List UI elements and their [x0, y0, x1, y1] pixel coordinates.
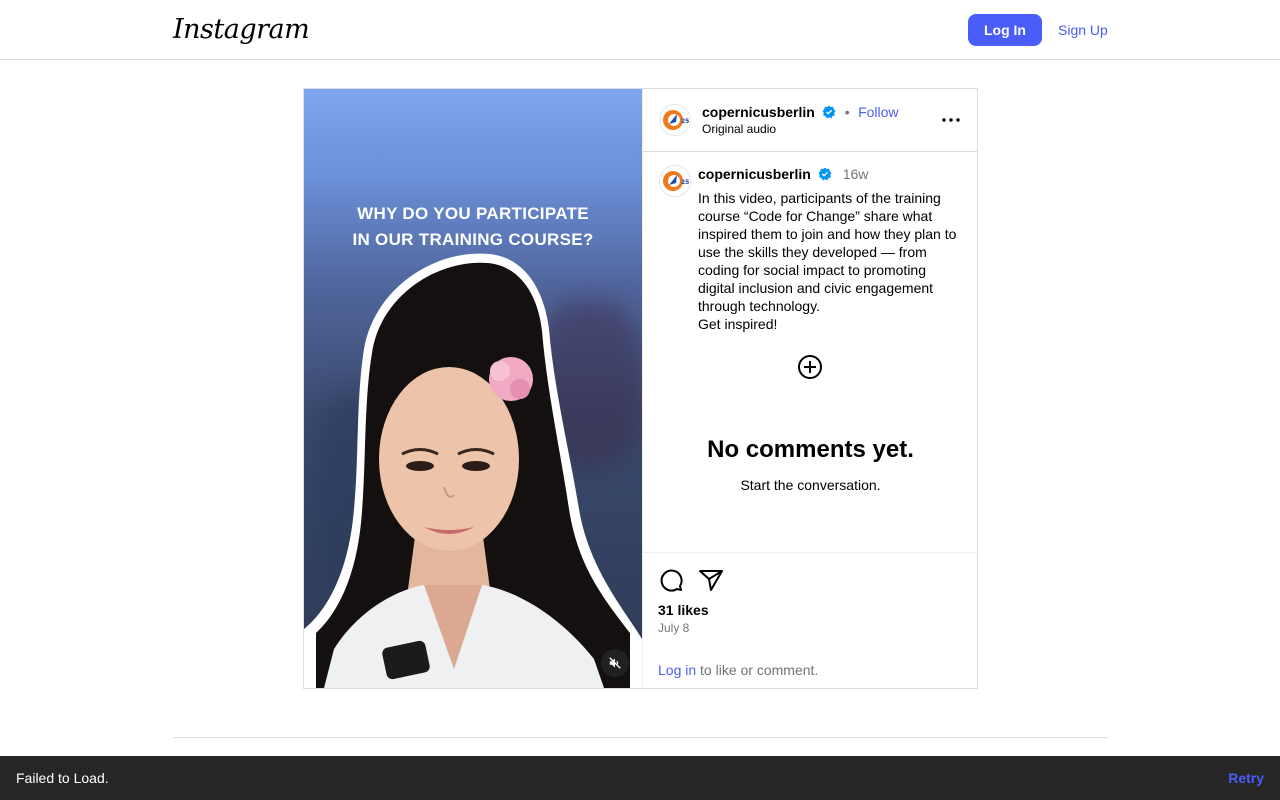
post-timestamp[interactable]: 16w — [843, 166, 869, 182]
audio-label[interactable]: Original audio — [702, 122, 776, 136]
login-button[interactable]: Log In — [968, 14, 1042, 46]
person-image — [304, 253, 642, 688]
add-circle-icon[interactable] — [797, 354, 823, 380]
post-date: July 8 — [658, 621, 690, 635]
separator-dot: • — [844, 104, 850, 120]
video-player[interactable]: WHY DO YOU PARTICIPATE IN OUR TRAINING C… — [304, 89, 642, 688]
avatar[interactable]: 25 — [659, 104, 691, 136]
speaker-muted-icon — [609, 657, 621, 669]
post-details-panel: 25 copernicusberlin • Follow Original au… — [642, 89, 978, 688]
post-actions: 31 likes July 8 Log in to like or commen… — [643, 552, 978, 688]
retry-button[interactable]: Retry — [1228, 770, 1264, 786]
post-header: 25 copernicusberlin • Follow Original au… — [643, 89, 978, 152]
profile-logo-icon: 25 — [663, 110, 689, 130]
username[interactable]: copernicusberlin — [702, 104, 815, 120]
instagram-logo[interactable]: Instagram — [173, 14, 310, 45]
no-comments-subtitle: Start the conversation. — [740, 477, 881, 493]
top-navigation-bar: Instagram Log In Sign Up — [0, 0, 1280, 60]
svg-text:25: 25 — [681, 118, 689, 125]
svg-text:25: 25 — [681, 179, 689, 186]
toast-message: Failed to Load. — [16, 770, 109, 786]
overlay-line: WHY DO YOU PARTICIPATE — [357, 204, 589, 223]
mute-toggle-button[interactable] — [601, 649, 629, 677]
video-overlay-text: WHY DO YOU PARTICIPATE IN OUR TRAINING C… — [304, 201, 642, 253]
follow-button[interactable]: Follow — [858, 104, 898, 120]
profile-logo-icon: 25 — [663, 171, 689, 191]
login-prompt-text: to like or comment. — [696, 662, 819, 678]
footer-divider — [173, 737, 1108, 738]
post-container: WHY DO YOU PARTICIPATE IN OUR TRAINING C… — [303, 88, 978, 689]
post-header-title: copernicusberlin • Follow — [702, 104, 899, 122]
caption-username[interactable]: copernicusberlin — [698, 166, 811, 182]
login-prompt: Log in to like or comment. — [658, 662, 818, 678]
verified-badge-icon — [822, 105, 836, 119]
more-options-icon[interactable] — [939, 111, 963, 129]
share-icon[interactable] — [698, 567, 724, 593]
verified-badge-icon — [818, 167, 832, 181]
no-comments-title: No comments yet. — [707, 436, 914, 463]
likes-count[interactable]: 31 likes — [658, 602, 709, 618]
error-toast: Failed to Load. Retry — [0, 756, 1280, 800]
signup-link[interactable]: Sign Up — [1058, 22, 1108, 38]
avatar[interactable]: 25 — [659, 165, 691, 197]
caption-text: In this video, participants of the train… — [698, 190, 957, 332]
comment-icon[interactable] — [658, 567, 684, 593]
caption-header: copernicusberlin 16w — [698, 166, 868, 184]
login-link[interactable]: Log in — [658, 662, 696, 678]
